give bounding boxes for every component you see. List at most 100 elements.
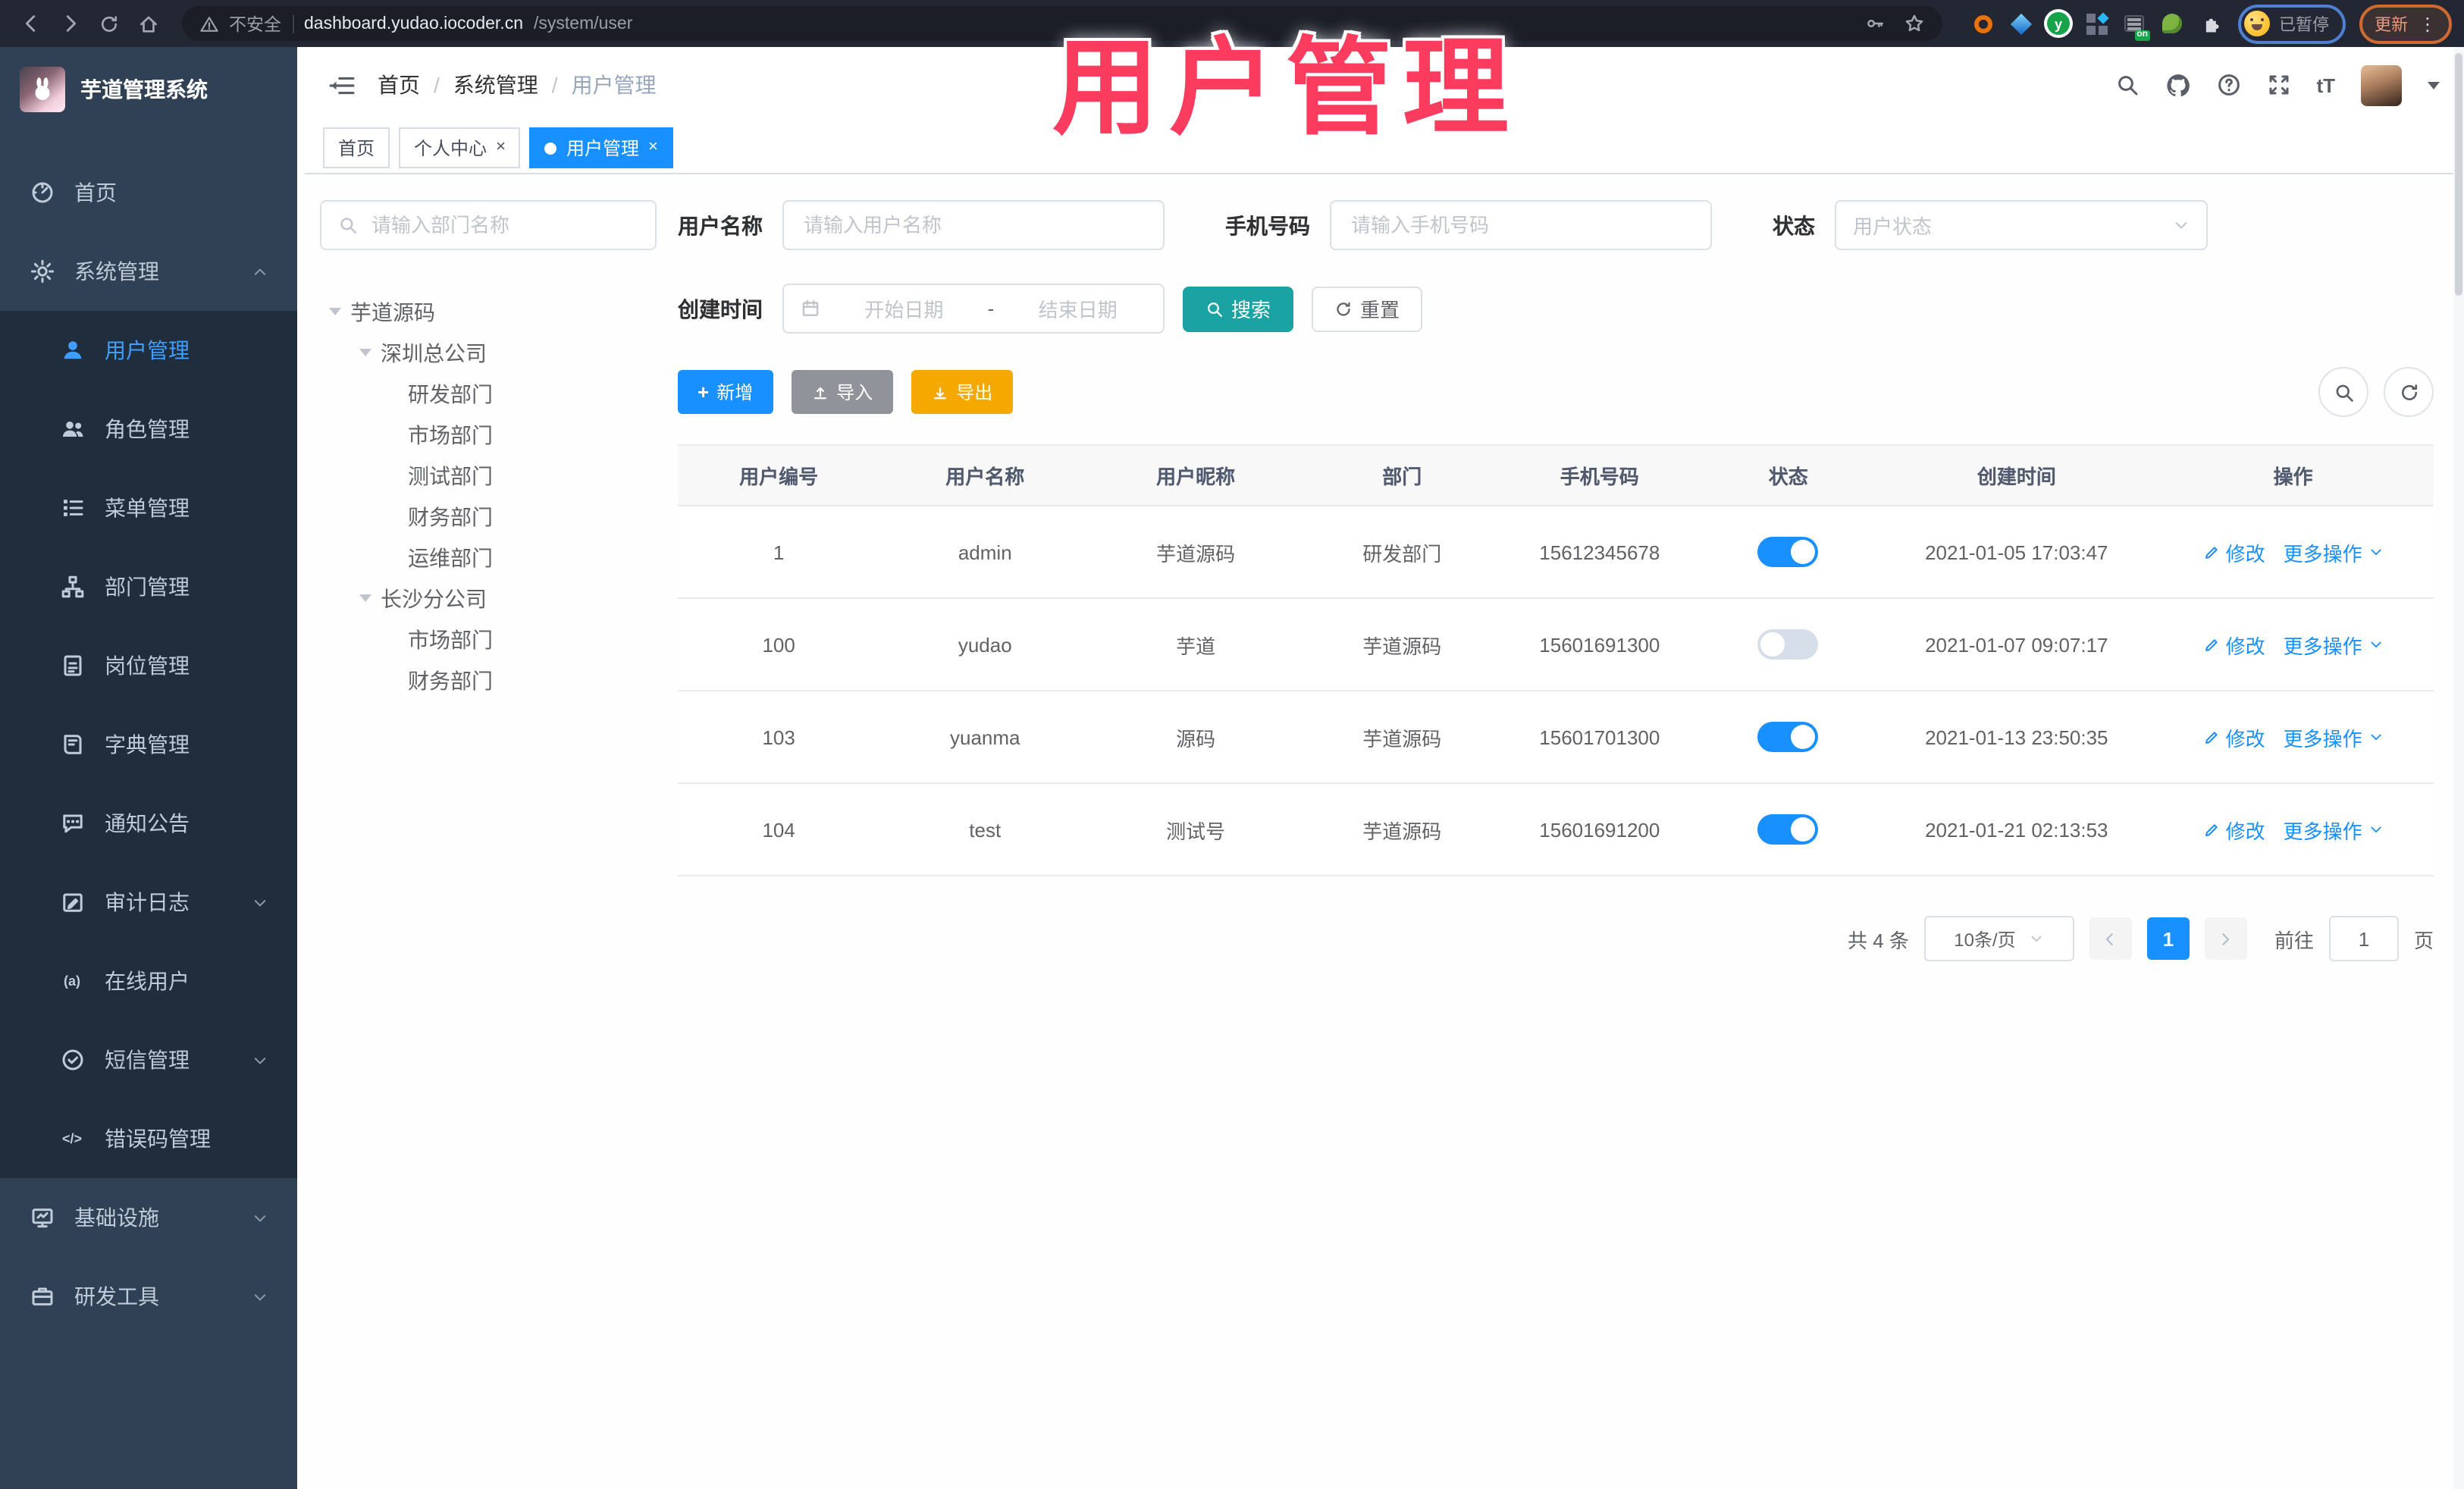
dept-search-box[interactable] xyxy=(320,200,657,250)
font-size-icon[interactable]: tT xyxy=(2316,74,2335,96)
update-label[interactable]: 更新 xyxy=(2375,11,2408,36)
sidebar-item-dept-management[interactable]: 部门管理 xyxy=(0,547,297,626)
browser-menu-icon[interactable]: ⋮ xyxy=(2419,13,2437,34)
search-button[interactable]: 搜索 xyxy=(1183,286,1294,331)
dept-search-input[interactable] xyxy=(368,212,638,238)
close-tab-icon[interactable]: × xyxy=(648,139,658,156)
status-toggle[interactable] xyxy=(1757,629,1819,660)
fullscreen-icon[interactable] xyxy=(2266,73,2290,97)
sidebar-item-audit-log[interactable]: 审计日志 xyxy=(0,863,297,942)
tree-node[interactable]: 芋道源码 xyxy=(320,291,657,332)
tree-node[interactable]: 财务部门 xyxy=(320,660,657,701)
modify-link[interactable]: 修改 xyxy=(2203,815,2265,844)
browser-update-button[interactable]: 更新 ⋮ xyxy=(2359,4,2452,43)
more-actions-link[interactable]: 更多操作 xyxy=(2284,538,2384,566)
extension-green-y-icon[interactable]: y xyxy=(2047,12,2070,35)
status-toggle[interactable] xyxy=(1757,537,1819,567)
tree-node[interactable]: 深圳总公司 xyxy=(320,332,657,373)
header-search-icon[interactable] xyxy=(2114,73,2139,97)
security-warning-icon[interactable] xyxy=(200,14,218,33)
sidebar-item-post-management[interactable]: 岗位管理 xyxy=(0,626,297,705)
page-scrollbar[interactable] xyxy=(2453,47,2464,1489)
user-avatar[interactable] xyxy=(2361,64,2402,105)
tree-expand-icon[interactable] xyxy=(329,308,341,321)
date-range-picker[interactable]: 开始日期 - 结束日期 xyxy=(782,284,1165,334)
bookmark-star-icon[interactable] xyxy=(1904,14,1924,33)
sidebar-item-label: 通知公告 xyxy=(105,811,190,835)
sidebar-item-role-management[interactable]: 角色管理 xyxy=(0,390,297,469)
modify-link[interactable]: 修改 xyxy=(2203,630,2265,659)
sidebar-collapse-icon[interactable] xyxy=(329,72,355,98)
more-actions-link[interactable]: 更多操作 xyxy=(2284,815,2384,844)
status-toggle[interactable] xyxy=(1757,814,1819,845)
key-icon[interactable] xyxy=(1865,14,1885,33)
browser-back-icon[interactable] xyxy=(12,5,49,42)
tab-profile[interactable]: 个人中心 × xyxy=(399,127,521,168)
extension-orange-icon[interactable] xyxy=(1971,12,1994,35)
export-button[interactable]: 导出 xyxy=(911,370,1013,414)
sidebar-item-menu-management[interactable]: 菜单管理 xyxy=(0,469,297,547)
breadcrumb-system[interactable]: 系统管理 xyxy=(453,70,538,100)
sidebar-item-home[interactable]: 首页 xyxy=(0,153,297,232)
avatar-dropdown-icon[interactable] xyxy=(2428,81,2440,95)
goto-page-input[interactable] xyxy=(2328,916,2399,961)
mobile-input[interactable] xyxy=(1348,212,1694,238)
tree-node[interactable]: 市场部门 xyxy=(320,414,657,455)
browser-profile-chip[interactable]: 已暂停 xyxy=(2238,4,2346,43)
modify-link[interactable]: 修改 xyxy=(2203,723,2265,751)
extensions-puzzle-icon[interactable] xyxy=(2199,12,2221,35)
extension-grid-icon[interactable] xyxy=(2085,11,2108,35)
extension-leaf-icon[interactable] xyxy=(2161,12,2183,35)
import-button[interactable]: 导入 xyxy=(791,370,893,414)
sidebar-item-error-code[interactable]: </> 错误码管理 xyxy=(0,1099,297,1178)
prev-page-button[interactable] xyxy=(2089,917,2132,960)
tree-node[interactable]: 财务部门 xyxy=(320,496,657,537)
sidebar-item-system[interactable]: 系统管理 xyxy=(0,232,297,311)
close-tab-icon[interactable]: × xyxy=(496,139,506,156)
extension-gem-icon[interactable] xyxy=(2009,12,2032,35)
security-label[interactable]: 不安全 xyxy=(229,11,281,36)
sidebar-item-dict-management[interactable]: 字典管理 xyxy=(0,705,297,784)
scrollbar-thumb[interactable] xyxy=(2455,53,2462,296)
tree-node[interactable]: 市场部门 xyxy=(320,619,657,660)
reset-button[interactable]: 重置 xyxy=(1312,286,1423,331)
help-icon[interactable] xyxy=(2216,73,2240,97)
sidebar-item-sms[interactable]: 短信管理 xyxy=(0,1020,297,1099)
sidebar-item-user-management[interactable]: 用户管理 xyxy=(0,311,297,390)
more-actions-link[interactable]: 更多操作 xyxy=(2284,723,2384,751)
status-select[interactable]: 用户状态 xyxy=(1835,200,2208,250)
tree-node[interactable]: 测试部门 xyxy=(320,455,657,496)
more-actions-link[interactable]: 更多操作 xyxy=(2284,630,2384,659)
username-input[interactable] xyxy=(801,212,1146,238)
modify-link[interactable]: 修改 xyxy=(2203,538,2265,566)
extension-list-on-icon[interactable]: on xyxy=(2123,12,2150,41)
sidebar-scrollbar[interactable] xyxy=(297,47,305,1489)
tree-expand-icon[interactable] xyxy=(359,594,371,608)
toggle-search-button[interactable] xyxy=(2318,367,2368,417)
current-page-button[interactable]: 1 xyxy=(2146,917,2190,960)
sidebar-item-infrastructure[interactable]: 基础设施 xyxy=(0,1178,297,1257)
page-size-select[interactable]: 10条/页 xyxy=(1923,916,2074,961)
sidebar-item-online-users[interactable]: (a) 在线用户 xyxy=(0,942,297,1020)
browser-forward-icon[interactable] xyxy=(52,5,88,42)
tree-expand-icon[interactable] xyxy=(359,349,371,362)
github-icon[interactable] xyxy=(2165,72,2190,98)
browser-home-icon[interactable] xyxy=(130,5,167,42)
url-bar[interactable]: 不安全 dashboard.yudao.iocoder.cn/system/us… xyxy=(182,6,1942,41)
app-logo[interactable]: 芋道管理系统 xyxy=(0,47,297,132)
url-host[interactable]: dashboard.yudao.iocoder.cn xyxy=(304,14,523,33)
tree-node[interactable]: 长沙分公司 xyxy=(320,578,657,619)
browser-reload-icon[interactable] xyxy=(91,5,127,42)
url-path[interactable]: /system/user xyxy=(534,14,632,33)
sidebar-item-notice[interactable]: 通知公告 xyxy=(0,784,297,863)
tab-home[interactable]: 首页 xyxy=(323,127,390,168)
sidebar-item-dev-tools[interactable]: 研发工具 xyxy=(0,1257,297,1336)
status-toggle[interactable] xyxy=(1757,722,1819,752)
tree-node[interactable]: 研发部门 xyxy=(320,373,657,414)
tree-node[interactable]: 运维部门 xyxy=(320,537,657,578)
breadcrumb-home[interactable]: 首页 xyxy=(378,70,420,100)
next-page-button[interactable] xyxy=(2204,917,2247,960)
refresh-table-button[interactable] xyxy=(2384,367,2434,417)
add-user-button[interactable]: + 新增 xyxy=(678,370,773,414)
tab-user-management[interactable]: 用户管理 × xyxy=(529,127,673,168)
